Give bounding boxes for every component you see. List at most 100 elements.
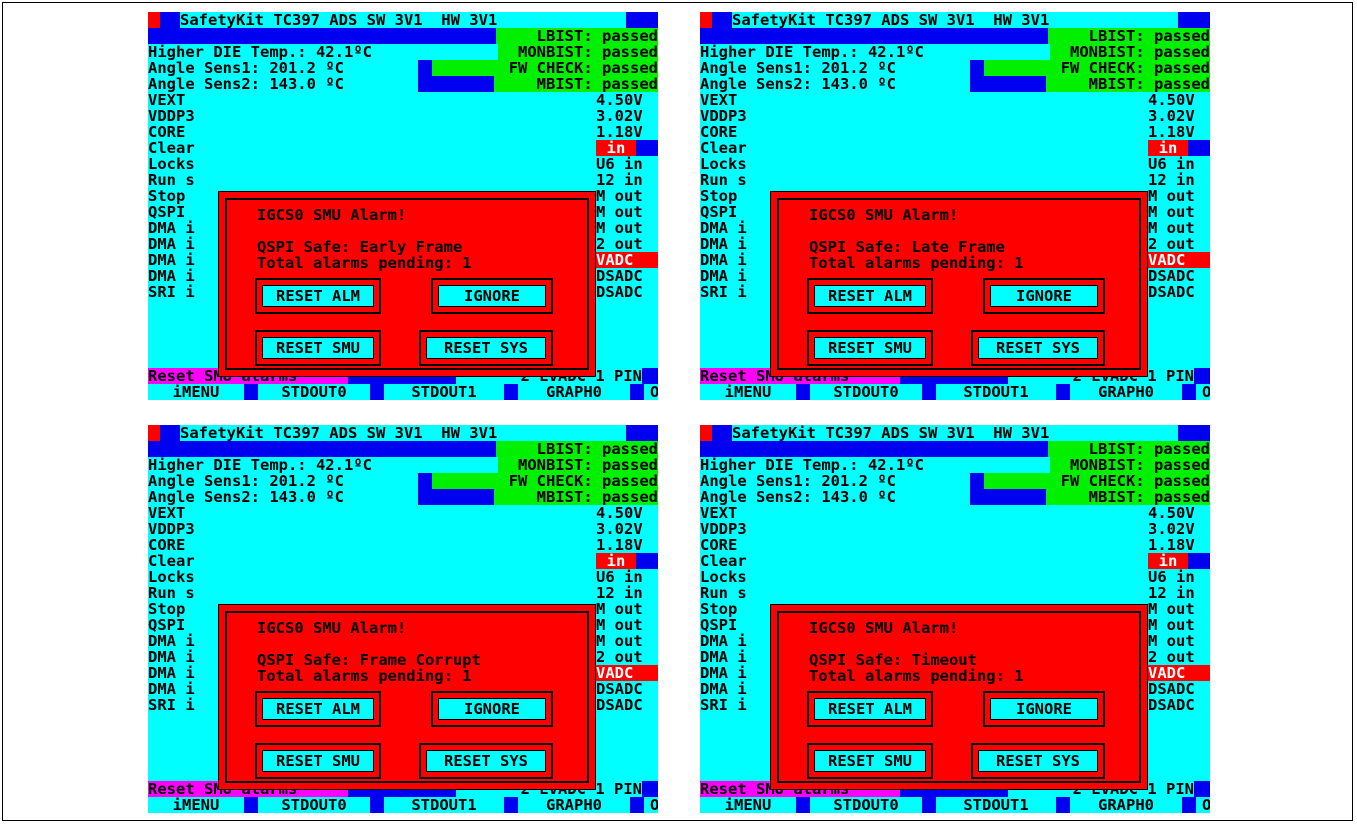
in-spacer [636,553,658,569]
right-list-value: VADC [1148,665,1210,681]
left-list-item: Run s [148,172,218,188]
dialog-title: IGCS0 SMU Alarm! [809,206,959,224]
right-list-value: M out [596,188,658,204]
right-list-value: in [596,140,636,156]
menu-off[interactable]: OFF [644,384,658,400]
reset-smu-button[interactable]: RESET SMU [814,337,926,359]
menu-stdout1[interactable]: STDOUT1 [936,384,1056,400]
reset-sys-button-frame: RESET SYS [419,330,553,366]
menu-stdout0[interactable]: STDOUT0 [258,797,370,813]
ignore-button[interactable]: IGNORE [990,285,1098,307]
menu-stdout0[interactable]: STDOUT0 [258,384,370,400]
menu-stdout0[interactable]: STDOUT0 [810,797,922,813]
ignore-button[interactable]: IGNORE [438,698,546,720]
left-list-item: SRI i [148,284,218,300]
die-temp-readout: Higher DIE Temp.: 42.1ºC [148,457,498,473]
right-list-value: 3.02V [1148,108,1210,124]
left-list-item: CORE [700,124,770,140]
angle-sens2-readout: Angle Sens2: 143.0 ºC [148,76,418,92]
alarms-pending: Total alarms pending: 1 [809,667,1024,685]
screen-frame-corrupt: SafetyKit TC397 ADS SW 3V1 HW 3V1 LBIST:… [148,425,658,813]
reset-sys-button[interactable]: RESET SYS [426,750,546,772]
menu-stdout1[interactable]: STDOUT1 [936,797,1056,813]
title-blue-right [1178,12,1210,28]
lbist-status: LBIST: passed [496,441,658,457]
status-bar-blue [148,441,496,457]
menu-graph0[interactable]: GRAPH0 [518,797,630,813]
left-list-item: VEXT [700,505,770,521]
reset-smu-button[interactable]: RESET SMU [814,750,926,772]
menu-imenu[interactable]: iMENU [700,384,796,400]
right-list-value: 12 in [596,172,658,188]
menu-stdout0[interactable]: STDOUT0 [810,384,922,400]
ignore-button-frame: IGNORE [983,278,1105,314]
menu-separator [796,384,810,400]
left-list-item: Locks [148,569,218,585]
alarms-pending: Total alarms pending: 1 [257,254,472,272]
dialog-title: IGCS0 SMU Alarm! [257,206,407,224]
fw-check-status: FW CHECK: passed [984,60,1210,76]
alarm-message: QSPI Safe: Timeout [809,651,977,669]
left-list-item: DMA i [700,633,770,649]
menu-off[interactable]: OFF [1196,797,1210,813]
in-spacer [1188,553,1210,569]
lbist-status: LBIST: passed [496,28,658,44]
angle-sens1-readout: Angle Sens1: 201.2 ºC [148,473,418,489]
menu-off[interactable]: OFF [1196,384,1210,400]
reset-sys-button[interactable]: RESET SYS [978,750,1098,772]
right-list-value: M out [596,617,658,633]
menu-graph0[interactable]: GRAPH0 [1070,797,1182,813]
smu-alarm-dialog: IGCS0 SMU Alarm! QSPI Safe: Frame Corrup… [218,604,596,790]
menu-stdout1[interactable]: STDOUT1 [384,797,504,813]
left-list-item: DMA i [700,236,770,252]
ignore-button[interactable]: IGNORE [438,285,546,307]
alarms-pending: Total alarms pending: 1 [257,667,472,685]
reset-smu-button[interactable]: RESET SMU [262,750,374,772]
dialog-title: IGCS0 SMU Alarm! [257,619,407,637]
reset-alm-button[interactable]: RESET ALM [814,285,926,307]
left-list-item: Run s [148,585,218,601]
title-red-marker [148,12,160,28]
menu-off[interactable]: OFF [644,797,658,813]
reset-smu-button[interactable]: RESET SMU [262,337,374,359]
menu-imenu[interactable]: iMENU [700,797,796,813]
reset-sys-button[interactable]: RESET SYS [426,337,546,359]
right-list-value: in [1148,140,1188,156]
title-blue-right [626,12,658,28]
ignore-button[interactable]: IGNORE [990,698,1098,720]
menu-stdout1[interactable]: STDOUT1 [384,384,504,400]
left-list-item: VEXT [700,92,770,108]
menu-graph0[interactable]: GRAPH0 [518,384,630,400]
menu-imenu[interactable]: iMENU [148,797,244,813]
title-blue-left [160,12,180,28]
left-list-item: DMA i [148,633,218,649]
left-list-item: QSPI [700,204,770,220]
status-bar-blue [148,28,496,44]
right-list-value: 2 out [596,236,658,252]
menu-separator [1056,384,1070,400]
reset-alm-button[interactable]: RESET ALM [814,698,926,720]
status-bar-blue [700,28,1048,44]
window-title: SafetyKit TC397 ADS SW 3V1 HW 3V1 [180,12,626,28]
right-list-value: M out [1148,220,1210,236]
title-red-marker [700,12,712,28]
spacer-blue [418,76,494,92]
right-list-value: 1.18V [1148,124,1210,140]
status-bar-blue [700,441,1048,457]
left-list-item: DMA i [148,681,218,697]
reset-alm-button-frame: RESET ALM [255,278,381,314]
reset-alm-button[interactable]: RESET ALM [262,285,374,307]
reset-sys-button-frame: RESET SYS [971,743,1105,779]
reset-alm-button[interactable]: RESET ALM [262,698,374,720]
menu-graph0[interactable]: GRAPH0 [1070,384,1182,400]
right-list-value: 1.18V [596,537,658,553]
left-list-item: CORE [700,537,770,553]
reset-sys-button[interactable]: RESET SYS [978,337,1098,359]
left-list-item: DMA i [700,665,770,681]
right-list-value: 4.50V [596,505,658,521]
left-list-item: SRI i [148,697,218,713]
menu-separator [1056,797,1070,813]
menu-imenu[interactable]: iMENU [148,384,244,400]
spacer-blue [418,473,432,489]
angle-sens2-readout: Angle Sens2: 143.0 ºC [700,76,970,92]
